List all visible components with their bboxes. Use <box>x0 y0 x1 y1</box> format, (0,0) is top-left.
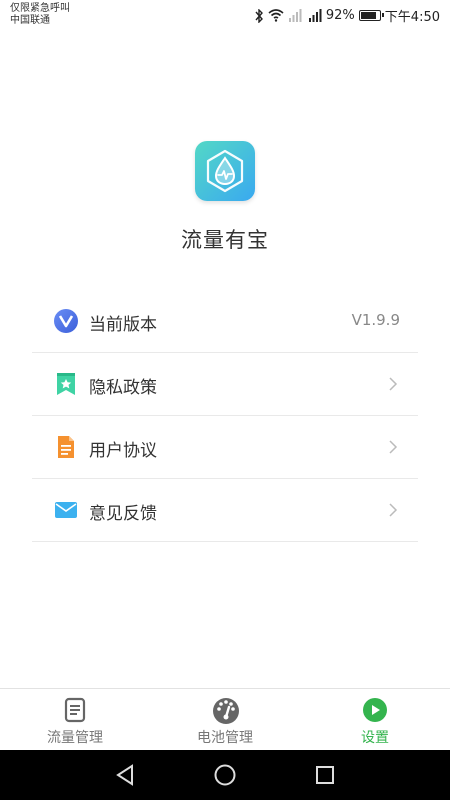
document-icon <box>58 436 74 458</box>
v-logo-icon <box>54 309 78 333</box>
bookmark-star-icon <box>57 373 75 395</box>
signal-icon <box>308 9 322 22</box>
chevron-right-icon <box>389 440 398 454</box>
back-icon[interactable] <box>114 763 136 787</box>
signal-icon <box>288 9 302 22</box>
play-circle-icon <box>363 698 387 722</box>
clock: 下午4:50 <box>384 10 440 25</box>
chevron-right-icon <box>389 377 398 391</box>
carrier-line-emergency: 仅限紧急呼叫 <box>10 3 70 14</box>
wifi-icon <box>268 9 284 22</box>
tab-label: 设置 <box>361 730 389 746</box>
tab-settings[interactable]: 设置 <box>300 689 450 751</box>
carrier-info: 仅限紧急呼叫 中国联通 <box>10 3 70 27</box>
app-logo <box>195 141 255 201</box>
status-indicators: 92% 下午4:50 <box>254 6 440 25</box>
list-item-label: 当前版本 <box>89 315 157 335</box>
status-bar: 仅限紧急呼叫 中国联通 92% 下午4:50 <box>0 0 450 30</box>
recent-apps-icon[interactable] <box>314 763 336 787</box>
carrier-line-name: 中国联通 <box>10 15 50 26</box>
battery-percent: 92% <box>325 8 355 23</box>
list-item-label: 隐私政策 <box>89 378 157 398</box>
settings-list: 当前版本 V1.9.9 隐私政策 用户协议 意见反馈 <box>32 290 418 542</box>
battery-icon <box>358 10 384 21</box>
home-icon[interactable] <box>213 763 237 787</box>
list-item-version[interactable]: 当前版本 V1.9.9 <box>32 290 418 353</box>
list-item-privacy-policy[interactable]: 隐私政策 <box>32 353 418 416</box>
system-nav-bar <box>0 750 450 800</box>
shield-drop-pulse-icon <box>206 149 244 193</box>
bottom-nav: 流量管理 电池管理 设置 <box>0 688 450 751</box>
list-item-user-agreement[interactable]: 用户协议 <box>32 416 418 479</box>
list-item-label: 用户协议 <box>89 441 157 461</box>
list-item-feedback[interactable]: 意见反馈 <box>32 479 418 542</box>
version-value: V1.9.9 <box>351 311 400 329</box>
gauge-icon <box>213 698 239 724</box>
chevron-right-icon <box>389 503 398 517</box>
bluetooth-icon <box>255 8 263 23</box>
tab-label: 流量管理 <box>47 730 103 746</box>
mail-icon <box>55 502 77 518</box>
app-name: 流量有宝 <box>181 228 269 252</box>
tab-traffic-management[interactable]: 流量管理 <box>0 689 150 751</box>
tab-label: 电池管理 <box>197 730 253 746</box>
tab-battery-management[interactable]: 电池管理 <box>150 689 300 751</box>
list-item-label: 意见反馈 <box>89 504 157 524</box>
clipboard-icon <box>64 697 86 723</box>
